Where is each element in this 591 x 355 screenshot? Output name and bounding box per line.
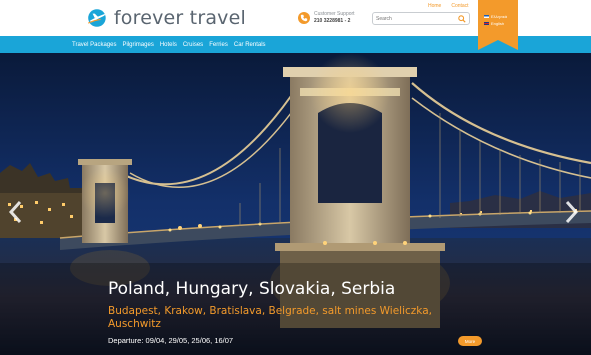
page: forever travel Customer Support 210 3228… bbox=[0, 0, 591, 355]
search-icon[interactable] bbox=[458, 15, 466, 23]
nav-hotels[interactable]: Hotels bbox=[160, 42, 177, 48]
lang-greek[interactable]: Ελληνικά bbox=[484, 13, 507, 20]
customer-support[interactable]: Customer Support 210 3228981 - 2 bbox=[298, 11, 355, 25]
hero-slider: Poland, Hungary, Slovakia, Serbia Budape… bbox=[0, 53, 591, 355]
support-phone: 210 3228981 - 2 bbox=[314, 18, 351, 24]
language-switcher: Ελληνικά English bbox=[484, 13, 507, 27]
uk-flag-icon bbox=[484, 22, 489, 25]
slide-caption: Poland, Hungary, Slovakia, Serbia Budape… bbox=[108, 279, 458, 345]
main-nav: Travel Packages Pilgrimages Hotels Cruis… bbox=[72, 36, 266, 53]
slide-cities: Budapest, Krakow, Bratislava, Belgrade, … bbox=[108, 305, 432, 330]
search-box bbox=[372, 12, 470, 25]
brand-name: forever travel bbox=[113, 7, 246, 29]
chevron-left-icon[interactable] bbox=[8, 200, 24, 224]
logo[interactable]: forever travel bbox=[86, 3, 246, 33]
logo-plane-icon bbox=[87, 9, 106, 27]
site-header: forever travel Customer Support 210 3228… bbox=[0, 0, 591, 50]
greek-flag-icon bbox=[484, 15, 489, 18]
nav-travel-packages[interactable]: Travel Packages bbox=[72, 42, 116, 48]
nav-car-rentals[interactable]: Car Rentals bbox=[234, 42, 266, 48]
slide-departure: Departure: 09/04, 29/05, 25/06, 16/07 bbox=[108, 336, 234, 345]
nav-cruises[interactable]: Cruises bbox=[183, 42, 203, 48]
lang-english[interactable]: English bbox=[484, 20, 507, 27]
top-link-home[interactable]: Home bbox=[428, 3, 441, 9]
chevron-right-icon[interactable] bbox=[563, 200, 579, 224]
more-button[interactable]: More bbox=[458, 336, 482, 346]
phone-icon bbox=[298, 12, 310, 24]
nav-ferries[interactable]: Ferries bbox=[209, 42, 228, 48]
search-input[interactable] bbox=[376, 14, 456, 24]
nav-pilgrimages[interactable]: Pilgrimages bbox=[122, 42, 153, 48]
top-link-contact[interactable]: Contact bbox=[451, 3, 468, 9]
slide-title: Poland, Hungary, Slovakia, Serbia bbox=[108, 279, 396, 299]
top-links: Home Contact bbox=[428, 3, 469, 9]
support-label: Customer Support bbox=[314, 11, 355, 17]
